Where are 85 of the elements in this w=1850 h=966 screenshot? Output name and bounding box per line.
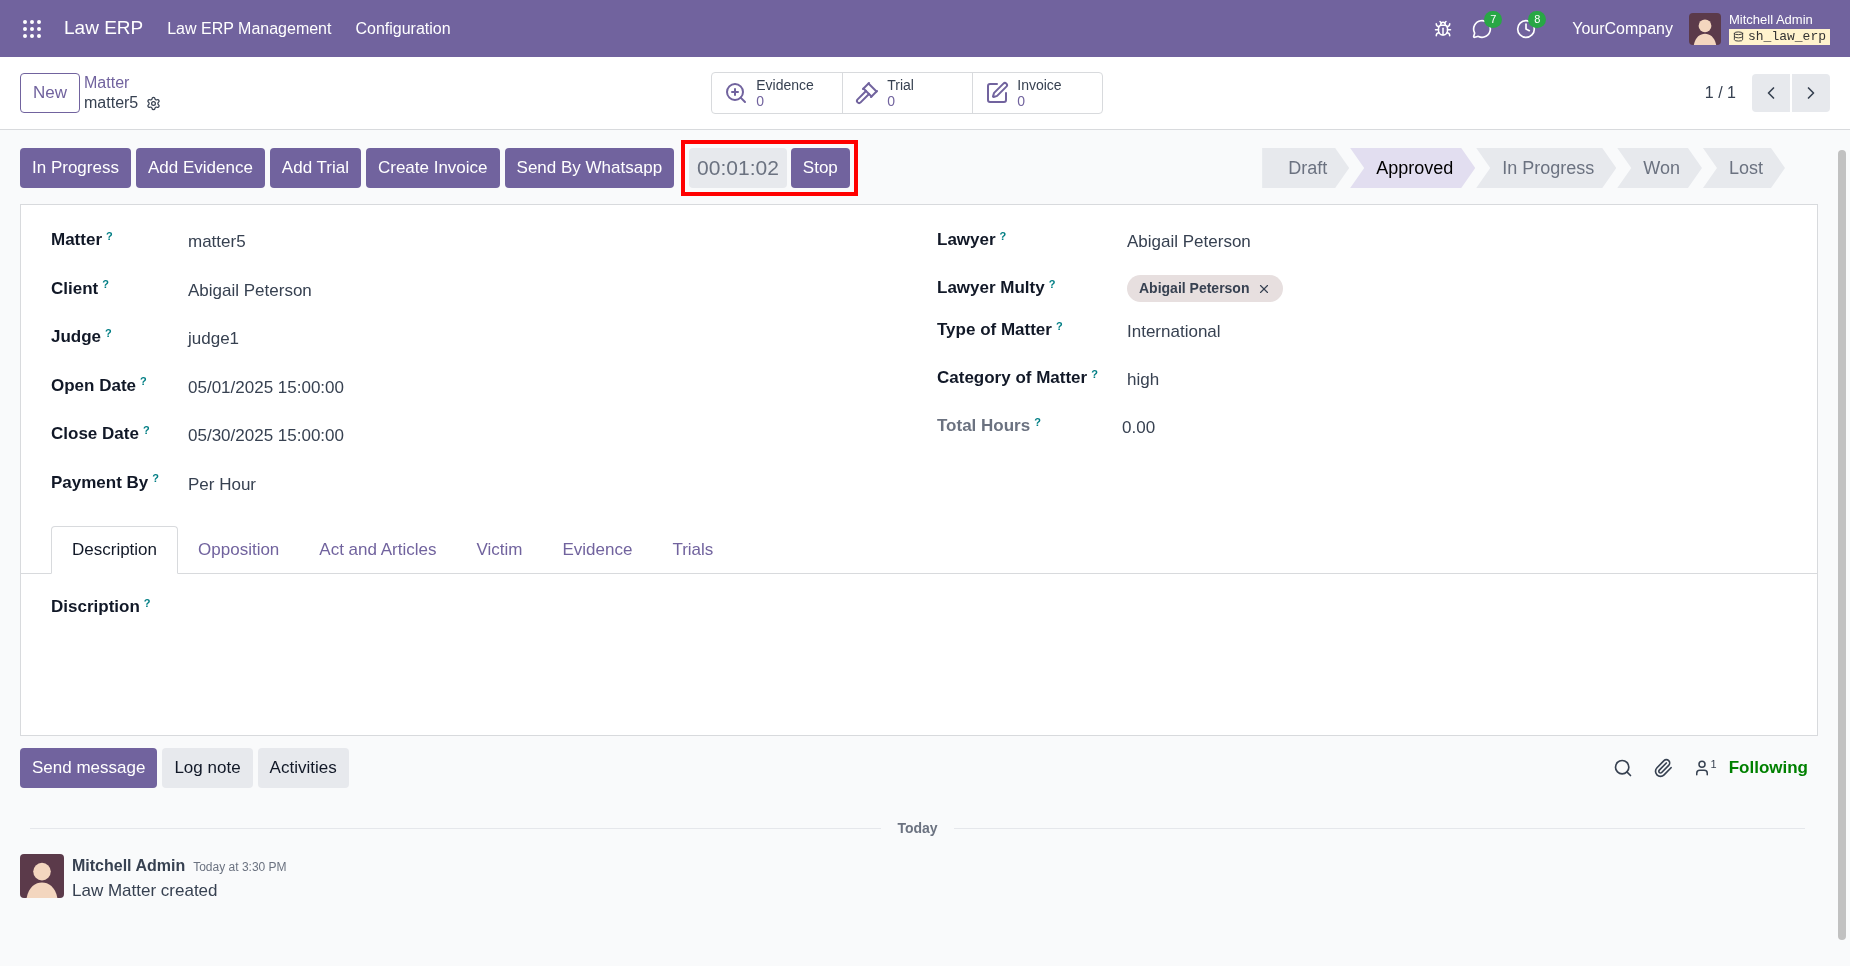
notebook-tab[interactable]: Victim — [456, 526, 543, 574]
breadcrumb-link[interactable]: Matter — [84, 73, 162, 93]
field-label: Close Date $^{?}$ — [51, 422, 151, 445]
stage-step[interactable]: Lost — [1702, 148, 1785, 188]
chatter-button[interactable]: Send message — [20, 748, 158, 788]
field-label: Discription $^{?}$ — [51, 597, 151, 616]
avatar-icon — [20, 854, 64, 898]
paperclip-icon[interactable] — [1652, 758, 1673, 778]
field-value: Abigail Peterson — [1127, 231, 1251, 253]
field-label: Lawyer $^{?}$ — [937, 228, 1008, 251]
field-label: Matter $^{?}$ — [51, 228, 114, 251]
field-value: matter5 — [188, 231, 246, 253]
app-name[interactable]: Law ERP — [64, 14, 144, 43]
notebook-tab[interactable]: Evidence — [542, 526, 653, 574]
notebook-tab[interactable]: Description — [51, 526, 179, 574]
field-value: high — [1127, 369, 1160, 391]
activity-count-badge: 8 — [1528, 10, 1547, 28]
field-value: Per Hour — [188, 473, 257, 496]
field-label: Type of Matter $^{?}$ — [937, 318, 1064, 341]
field-label: Lawyer Multy $^{?}$ — [937, 276, 1057, 299]
edit-icon — [985, 81, 1010, 105]
action-button[interactable]: Add Trial — [269, 148, 361, 188]
bug-icon[interactable] — [1434, 19, 1453, 38]
field-value: judge1 — [188, 328, 240, 350]
timer-display: 00:01:02 — [689, 148, 787, 188]
field-value: International — [1127, 321, 1221, 343]
help-mark[interactable]: ? — [105, 326, 112, 339]
action-button[interactable]: Send By Whatsapp — [504, 148, 675, 188]
settings-icon[interactable] — [146, 95, 162, 111]
stage-step[interactable]: Approved — [1350, 148, 1476, 188]
database-badge: sh_law_erp — [1729, 28, 1830, 45]
help-mark[interactable]: ? — [152, 472, 160, 484]
notebook-tab[interactable]: Trials — [652, 526, 734, 574]
smart-button[interactable]: Invoice 0 — [972, 73, 1103, 113]
message-count-badge: 7 — [1484, 10, 1503, 28]
field-value: 0.00 — [1122, 417, 1156, 439]
smart-button[interactable]: Evidence 0 — [712, 73, 843, 113]
record-name: matter5 — [84, 93, 139, 113]
chatter-button[interactable]: Log note — [162, 748, 253, 788]
stop-button[interactable]: Stop — [790, 148, 850, 188]
field-value: 05/30/2025 15:00:00 — [188, 425, 344, 447]
field-label: Payment By $^{?}$ — [51, 471, 161, 494]
notebook-tab[interactable]: Act and Articles — [299, 526, 457, 574]
pager-value: 1 / 1 — [1704, 83, 1736, 103]
date-separator: Today — [896, 819, 939, 838]
help-mark[interactable]: ? — [1091, 367, 1098, 380]
help-mark[interactable]: ? — [999, 229, 1007, 242]
action-button[interactable]: Create Invoice — [365, 148, 500, 188]
field-label: Open Date $^{?}$ — [51, 374, 148, 397]
company-name[interactable]: YourCompany — [1572, 16, 1673, 41]
help-mark[interactable]: ? — [1055, 319, 1063, 332]
search-icon[interactable] — [1612, 758, 1633, 778]
tag-chip: Abigail Peterson — [1127, 275, 1284, 302]
smart-button[interactable]: Trial 0 — [842, 73, 973, 113]
help-mark[interactable]: ? — [1048, 277, 1056, 290]
action-button[interactable]: In Progress — [20, 148, 131, 188]
action-button[interactable]: Add Evidence — [135, 148, 265, 188]
gavel-icon — [855, 81, 880, 105]
message-body: Law Matter created — [72, 880, 219, 902]
menu-item[interactable]: Configuration — [355, 16, 451, 41]
help-mark[interactable]: ? — [102, 278, 109, 290]
avatar-icon — [1689, 12, 1721, 45]
stage-step[interactable]: Won — [1617, 148, 1702, 188]
stage-step[interactable]: Draft — [1262, 148, 1350, 188]
field-label: Judge $^{?}$ — [51, 325, 113, 348]
help-mark[interactable]: ? — [143, 596, 151, 609]
help-mark[interactable]: ? — [140, 375, 147, 387]
field-value: 05/01/2025 15:00:00 — [188, 376, 344, 399]
chatter-button[interactable]: Activities — [257, 748, 349, 788]
magnifier-icon — [724, 81, 749, 105]
help-mark[interactable]: ? — [106, 229, 113, 242]
stage-step[interactable]: In Progress — [1476, 148, 1617, 188]
chat-icon[interactable] — [1472, 18, 1493, 39]
new-button[interactable]: New — [20, 73, 80, 113]
notebook-tab[interactable]: Opposition — [178, 526, 300, 574]
menu-item[interactable]: Law ERP Management — [167, 16, 332, 41]
field-label: Category of Matter $^{?}$ — [937, 366, 1099, 389]
message-time: Today at 3:30 PM — [193, 859, 287, 876]
user-name[interactable]: Mitchell Admin — [1729, 12, 1830, 29]
field-label: Client $^{?}$ — [51, 277, 110, 300]
message-author: Mitchell Admin — [72, 856, 186, 876]
following-button[interactable]: Following — [1728, 755, 1808, 781]
field-value: Abigail Peterson — [188, 279, 312, 302]
help-mark[interactable]: ? — [142, 423, 150, 436]
follower-count: 1 — [1710, 757, 1717, 772]
